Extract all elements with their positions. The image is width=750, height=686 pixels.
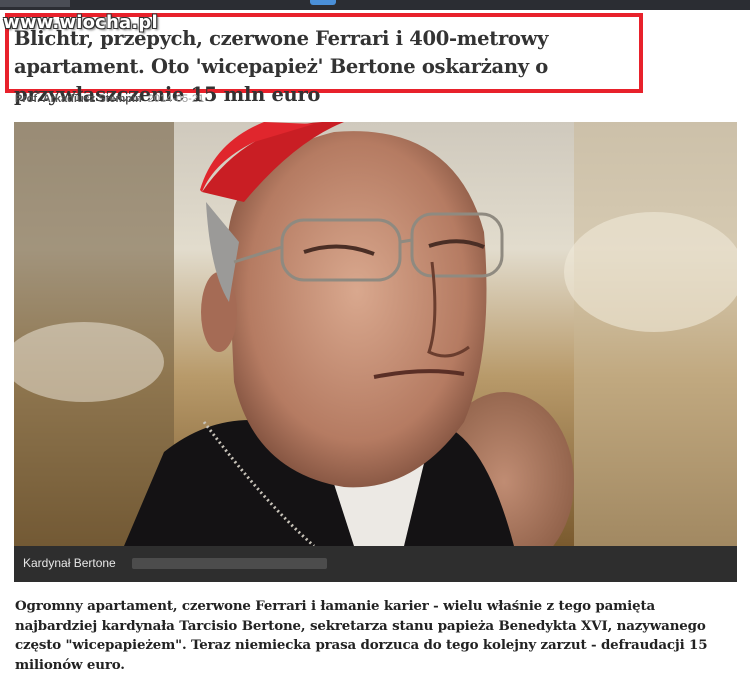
article-lead: Ogromny apartament, czerwone Ferrari i ł… (15, 598, 708, 673)
article-byline: Prof. Arkadiusz Stempin 2014-05-21 (15, 93, 204, 105)
article-author[interactable]: Prof. Arkadiusz Stempin (15, 93, 142, 105)
top-bar-left-block (0, 0, 70, 7)
site-watermark: www.wiocha.pl (3, 12, 158, 33)
browser-top-bar (0, 0, 750, 10)
article-photo (14, 122, 737, 546)
cardinal-portrait-illustration (14, 122, 737, 546)
photo-caption: Kardynał Bertone (23, 556, 116, 570)
photo-caption-bar: Kardynał Bertone (14, 546, 737, 582)
article-date: 2014-05-21 (147, 93, 205, 105)
top-bar-indicator (310, 0, 336, 5)
caption-blurred-credit (132, 558, 327, 569)
